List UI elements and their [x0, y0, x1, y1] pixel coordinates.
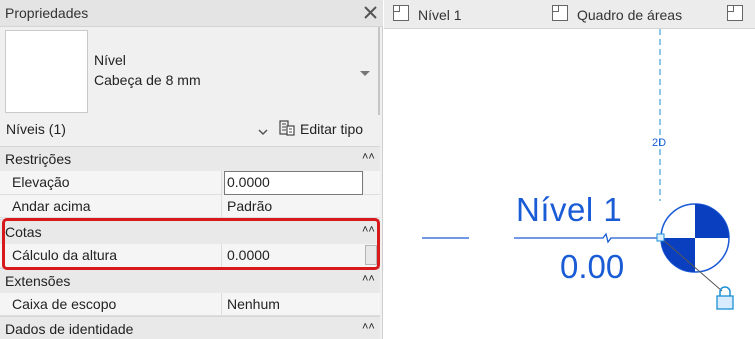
- category-label: Dados de identidade: [5, 321, 134, 337]
- collapse-icon[interactable]: ˄˄: [362, 151, 375, 163]
- scope-box-value[interactable]: Nenhum: [222, 293, 364, 316]
- property-row-elevacao: Elevação 0.0000: [0, 171, 380, 195]
- properties-panel: Propriedades Nível Cabeça de 8 mm Níveis…: [0, 0, 383, 339]
- level-head-symbol: [660, 203, 730, 273]
- category-restricoes[interactable]: Restrições ˄˄: [0, 146, 380, 171]
- level-name-label[interactable]: Nível 1: [516, 191, 622, 229]
- category-dados-identidade[interactable]: Dados de identidade ˄˄: [0, 316, 380, 339]
- type-preview-image: [5, 30, 88, 113]
- level-end-grip: [656, 233, 665, 242]
- tab-nivel-1[interactable]: Nível 1: [392, 0, 462, 29]
- collapse-icon[interactable]: ˄˄: [362, 321, 375, 333]
- level-line-break: [514, 232, 660, 244]
- view-icon: [392, 4, 410, 25]
- tab-quadro-de-areas[interactable]: Quadro de áreas: [551, 0, 682, 29]
- property-value: 0.0000: [227, 174, 270, 190]
- elevation-value-input[interactable]: 0.0000: [224, 171, 363, 195]
- drawing-canvas[interactable]: 2D Nível 1 0.00: [384, 29, 755, 339]
- edit-type-icon: [278, 119, 296, 140]
- type-selector-scrollbar[interactable]: [378, 27, 380, 115]
- tab-label: Quadro de áreas: [577, 6, 683, 23]
- collapse-icon[interactable]: ˄˄: [362, 273, 375, 285]
- tab-label: Nível 1: [418, 6, 462, 23]
- category-label: Extensões: [5, 273, 71, 289]
- instance-filter-row: Níveis (1) Editar tipo: [0, 116, 380, 142]
- highlight-box: [2, 218, 380, 270]
- view-icon: [726, 4, 744, 25]
- property-name: Caixa de escopo: [12, 296, 117, 312]
- view-tab-bar: Nível 1 Quadro de áreas: [384, 0, 755, 29]
- close-icon[interactable]: [362, 2, 380, 24]
- edit-type-button[interactable]: Editar tipo: [278, 117, 363, 141]
- property-value: Padrão: [227, 198, 273, 214]
- chevron-down-icon[interactable]: [257, 124, 269, 136]
- property-value: Nenhum: [227, 296, 280, 312]
- type-family-name: Nível: [94, 52, 126, 68]
- instance-filter-label[interactable]: Níveis (1): [6, 121, 66, 137]
- property-row-caixa-escopo: Caixa de escopo Nenhum: [0, 293, 380, 316]
- level-elevation-label[interactable]: 0.00: [560, 248, 624, 286]
- panel-title: Propriedades: [5, 5, 89, 21]
- grid-label[interactable]: 2D: [652, 137, 666, 149]
- type-name: Cabeça de 8 mm: [94, 72, 201, 88]
- schedule-icon: [551, 4, 569, 25]
- dropdown-arrow-icon[interactable]: [358, 65, 372, 76]
- category-label: Restrições: [5, 151, 72, 167]
- panel-title-bar: Propriedades: [0, 0, 383, 27]
- type-selector[interactable]: Nível Cabeça de 8 mm: [0, 27, 380, 115]
- property-name: Elevação: [12, 174, 70, 190]
- lock-icon: [716, 286, 734, 310]
- edit-type-label: Editar tipo: [300, 121, 364, 137]
- property-name: Andar acima: [12, 198, 91, 214]
- category-extensoes[interactable]: Extensões ˄˄: [0, 268, 380, 293]
- story-above-value[interactable]: Padrão: [222, 195, 364, 218]
- tab-third-view[interactable]: [726, 0, 744, 29]
- property-row-andar-acima: Andar acima Padrão: [0, 195, 380, 218]
